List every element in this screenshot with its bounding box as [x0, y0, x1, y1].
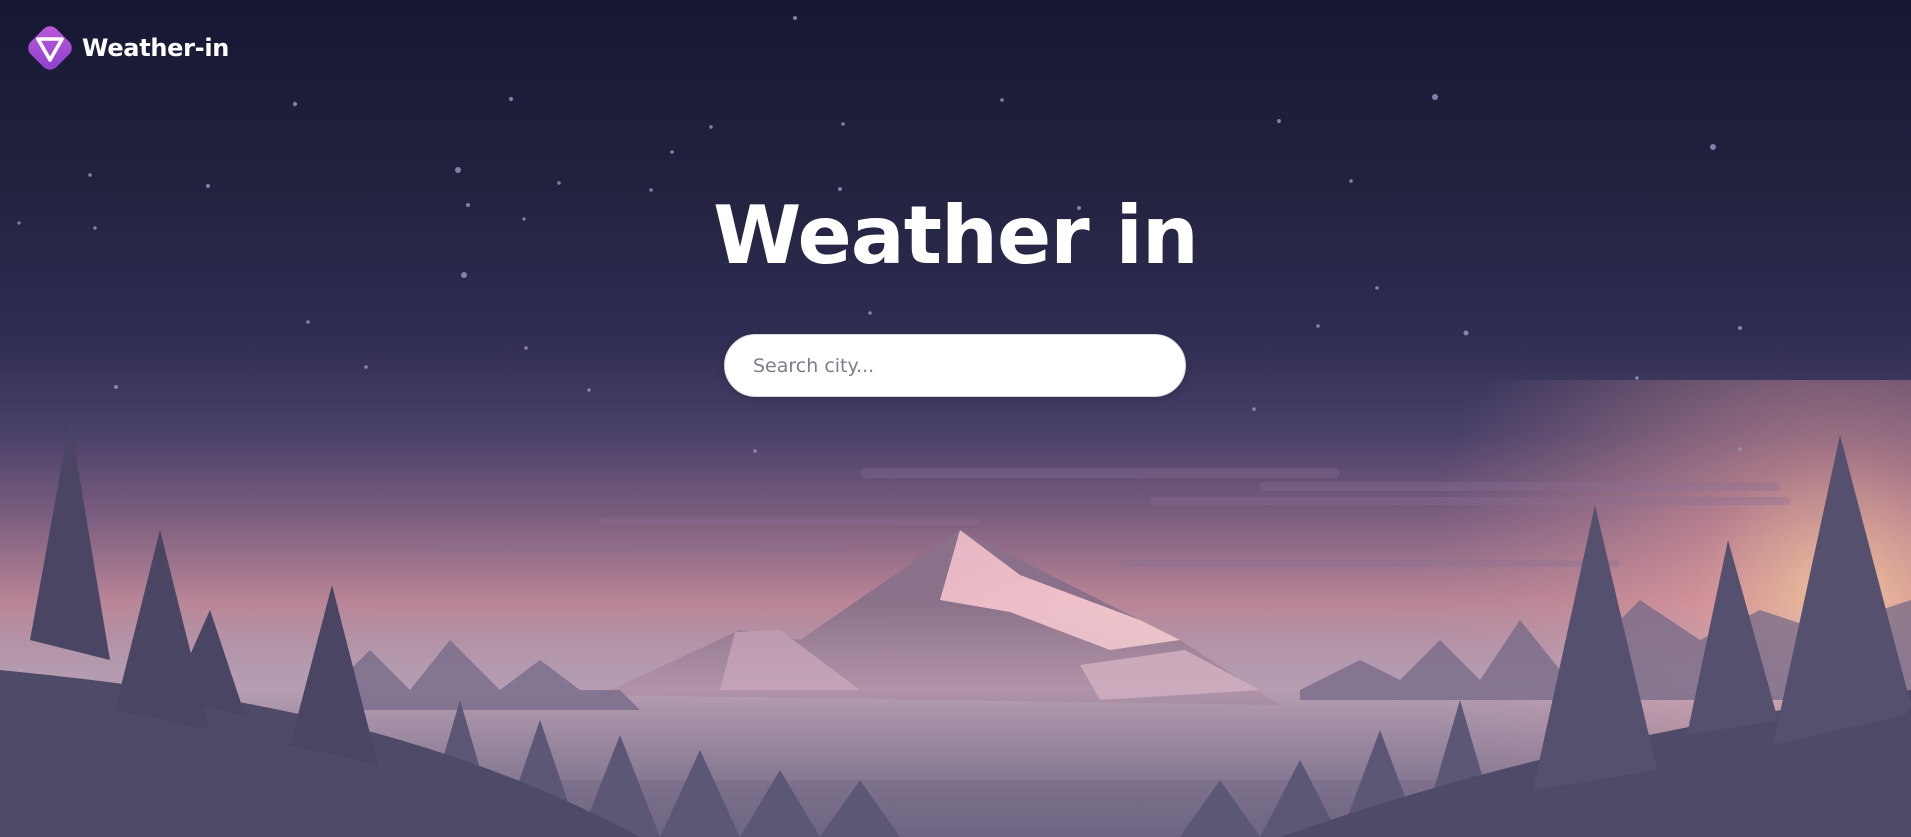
triangle-logo-icon: [28, 26, 72, 70]
crescent-moon-icon: [936, 256, 964, 285]
site-logo[interactable]: Weather-in: [24, 22, 229, 74]
landscape-background: [0, 16, 1911, 837]
search-box: [724, 334, 1186, 397]
city-search-input[interactable]: [724, 334, 1186, 397]
landing-page: Weather-in Weather in: [0, 0, 1911, 837]
site-name: Weather-in: [82, 34, 230, 62]
